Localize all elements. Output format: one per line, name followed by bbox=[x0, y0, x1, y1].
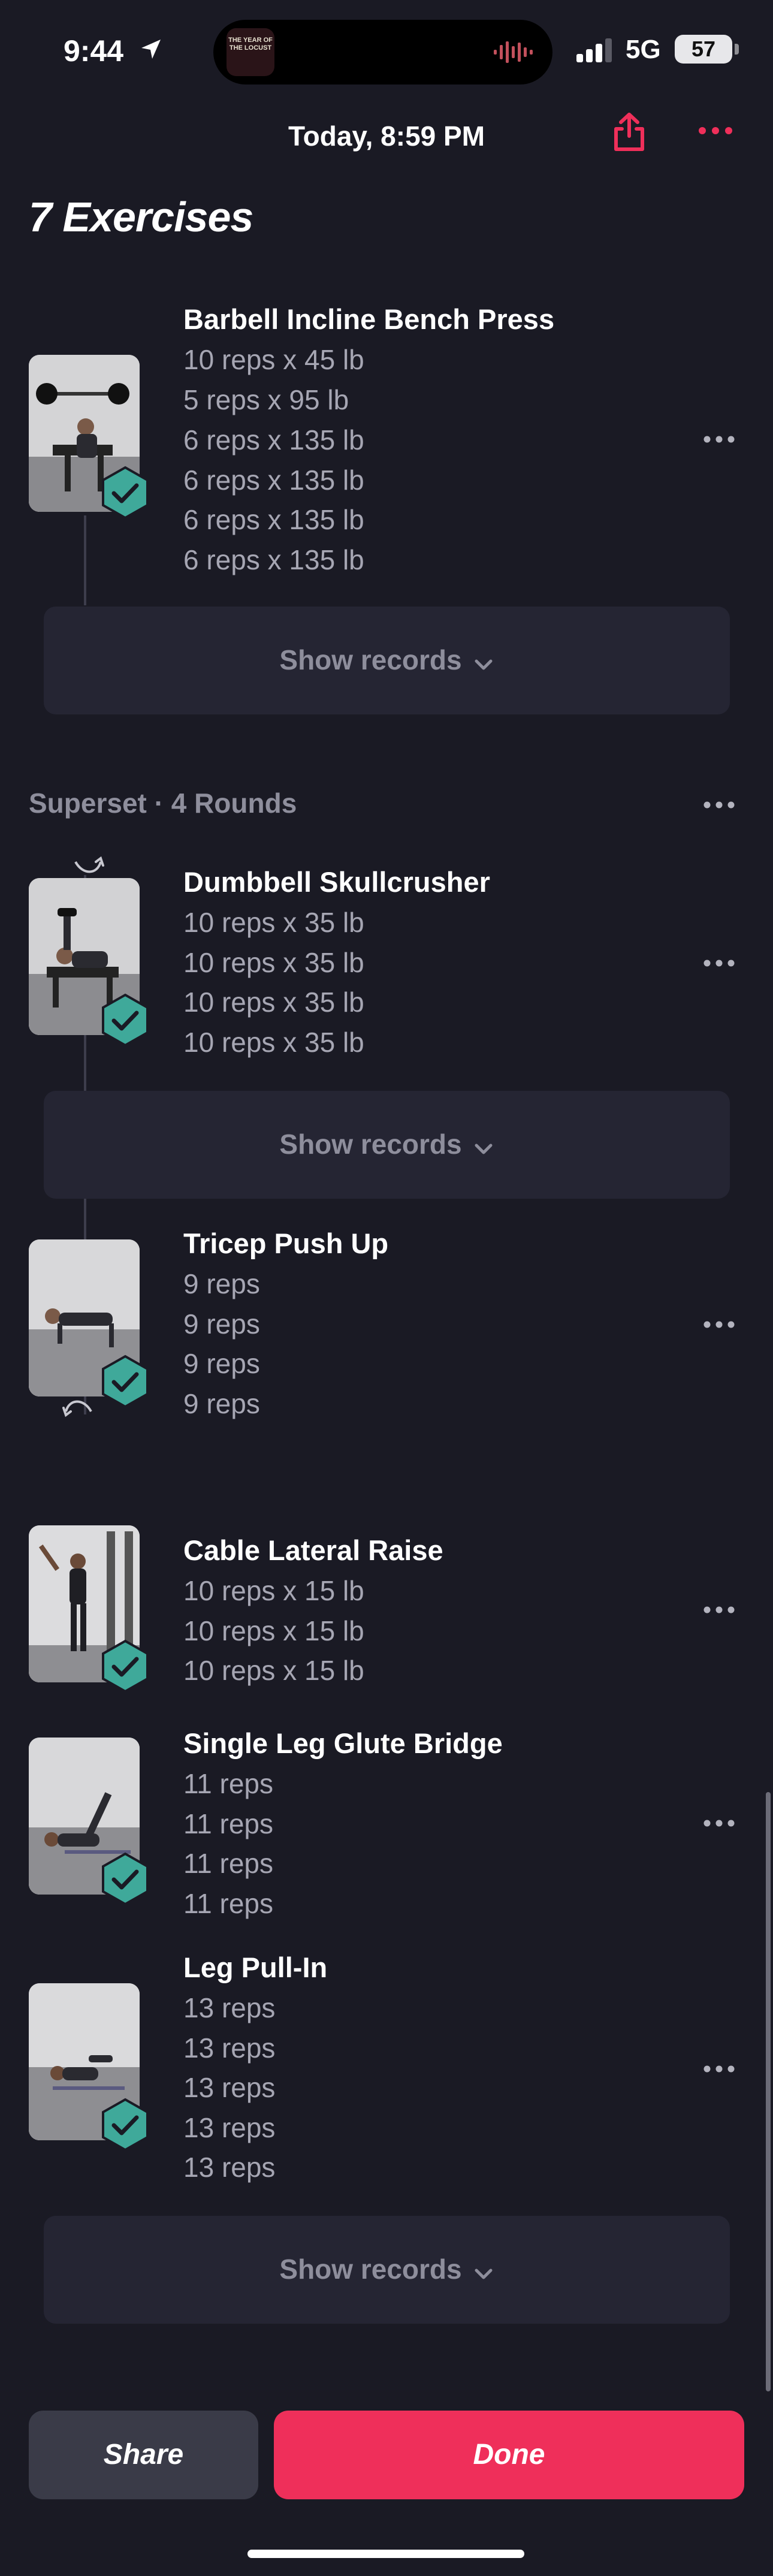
completed-check-icon bbox=[101, 993, 150, 1047]
set-line: 10 reps x 35 lb bbox=[183, 987, 364, 1018]
show-records-row: Show records bbox=[44, 2253, 730, 2288]
show-records-button[interactable]: Show records bbox=[44, 2216, 730, 2324]
more-options-icon[interactable] bbox=[696, 119, 735, 143]
completed-check-icon bbox=[101, 1639, 150, 1693]
completed-check-icon bbox=[101, 466, 150, 520]
set-line: 9 reps bbox=[183, 1308, 260, 1340]
set-line: 10 reps x 15 lb bbox=[183, 1655, 364, 1686]
set-line: 10 reps x 35 lb bbox=[183, 1027, 364, 1058]
set-line: 10 reps x 15 lb bbox=[183, 1615, 364, 1646]
dynamic-island[interactable]: THE YEAR OF THE LOCUST bbox=[213, 20, 552, 85]
set-line: 13 reps bbox=[183, 2032, 276, 2064]
completed-check-icon bbox=[101, 1852, 150, 1906]
set-line: 11 reps bbox=[183, 1888, 274, 1919]
superset-label: Superset · 4 Rounds bbox=[29, 788, 297, 819]
audio-waveform-icon bbox=[493, 40, 535, 67]
show-records-label: Show records bbox=[279, 2254, 462, 2285]
exercise-more-icon[interactable] bbox=[701, 1319, 737, 1331]
chevron-down-icon bbox=[473, 2255, 494, 2288]
completed-check-icon bbox=[101, 2098, 150, 2152]
home-indicator[interactable] bbox=[247, 2550, 524, 2558]
superset-loop-icon bbox=[60, 1393, 96, 1423]
status-bar: 9:44 THE YEAR OF THE LOCUST 5G 57 bbox=[0, 0, 773, 102]
set-line: 13 reps bbox=[183, 2072, 276, 2103]
set-line: 11 reps bbox=[183, 1808, 274, 1839]
network-type: 5G bbox=[626, 35, 661, 64]
show-records-row: Show records bbox=[44, 1128, 730, 1163]
chevron-down-icon bbox=[473, 1130, 494, 1163]
show-records-button[interactable]: Show records bbox=[44, 1091, 730, 1199]
exercise-more-icon[interactable] bbox=[701, 1604, 737, 1616]
set-line: 10 reps x 45 lb bbox=[183, 344, 364, 375]
set-line: 6 reps x 135 lb bbox=[183, 504, 364, 535]
show-records-label: Show records bbox=[279, 644, 462, 675]
done-button[interactable]: Done bbox=[274, 2411, 744, 2499]
exercise-more-icon[interactable] bbox=[701, 2063, 737, 2075]
location-arrow-icon bbox=[139, 37, 163, 64]
set-line: 10 reps x 35 lb bbox=[183, 907, 364, 938]
scrollbar[interactable] bbox=[766, 1792, 771, 2391]
set-line: 13 reps bbox=[183, 1992, 276, 2023]
show-records-button[interactable]: Show records bbox=[44, 607, 730, 714]
exercise-name[interactable]: Dumbbell Skullcrusher bbox=[183, 865, 490, 898]
battery-icon: 57 bbox=[675, 35, 732, 64]
status-time: 9:44 bbox=[64, 34, 124, 68]
set-line: 6 reps x 135 lb bbox=[183, 424, 364, 456]
set-line: 6 reps x 135 lb bbox=[183, 544, 364, 575]
show-records-row: Show records bbox=[44, 644, 730, 678]
set-line: 10 reps x 15 lb bbox=[183, 1575, 364, 1606]
exercise-more-icon[interactable] bbox=[701, 957, 737, 969]
superset-more-icon[interactable] bbox=[701, 799, 737, 811]
exercise-name[interactable]: Cable Lateral Raise bbox=[183, 1534, 443, 1567]
workout-date-title: Today, 8:59 PM bbox=[288, 120, 485, 152]
set-line: 11 reps bbox=[183, 1848, 274, 1879]
cellular-signal-icon bbox=[576, 38, 615, 65]
set-line: 9 reps bbox=[183, 1348, 260, 1379]
superset-loop-icon bbox=[71, 851, 107, 881]
chevron-down-icon bbox=[473, 646, 494, 678]
completed-check-icon bbox=[101, 1355, 150, 1408]
share-icon[interactable] bbox=[610, 111, 648, 153]
exercise-name[interactable]: Barbell Incline Bench Press bbox=[183, 303, 554, 336]
set-line: 13 reps bbox=[183, 2112, 276, 2143]
exercise-connector bbox=[84, 515, 86, 605]
exercise-name[interactable]: Leg Pull-In bbox=[183, 1951, 327, 1984]
set-line: 9 reps bbox=[183, 1388, 260, 1419]
now-playing-artwork: THE YEAR OF THE LOCUST bbox=[227, 28, 274, 76]
page-heading: 7 Exercises bbox=[29, 194, 253, 240]
battery-tip bbox=[735, 44, 739, 55]
set-line: 13 reps bbox=[183, 2152, 276, 2183]
set-line: 10 reps x 35 lb bbox=[183, 947, 364, 978]
exercise-name[interactable]: Single Leg Glute Bridge bbox=[183, 1727, 503, 1760]
exercise-name[interactable]: Tricep Push Up bbox=[183, 1227, 388, 1260]
set-line: 9 reps bbox=[183, 1268, 260, 1299]
set-line: 6 reps x 135 lb bbox=[183, 464, 364, 496]
exercise-more-icon[interactable] bbox=[701, 1817, 737, 1829]
show-records-label: Show records bbox=[279, 1129, 462, 1160]
set-line: 11 reps bbox=[183, 1768, 274, 1799]
share-button[interactable]: Share bbox=[29, 2411, 258, 2499]
set-line: 5 reps x 95 lb bbox=[183, 384, 349, 415]
exercise-more-icon[interactable] bbox=[701, 433, 737, 445]
